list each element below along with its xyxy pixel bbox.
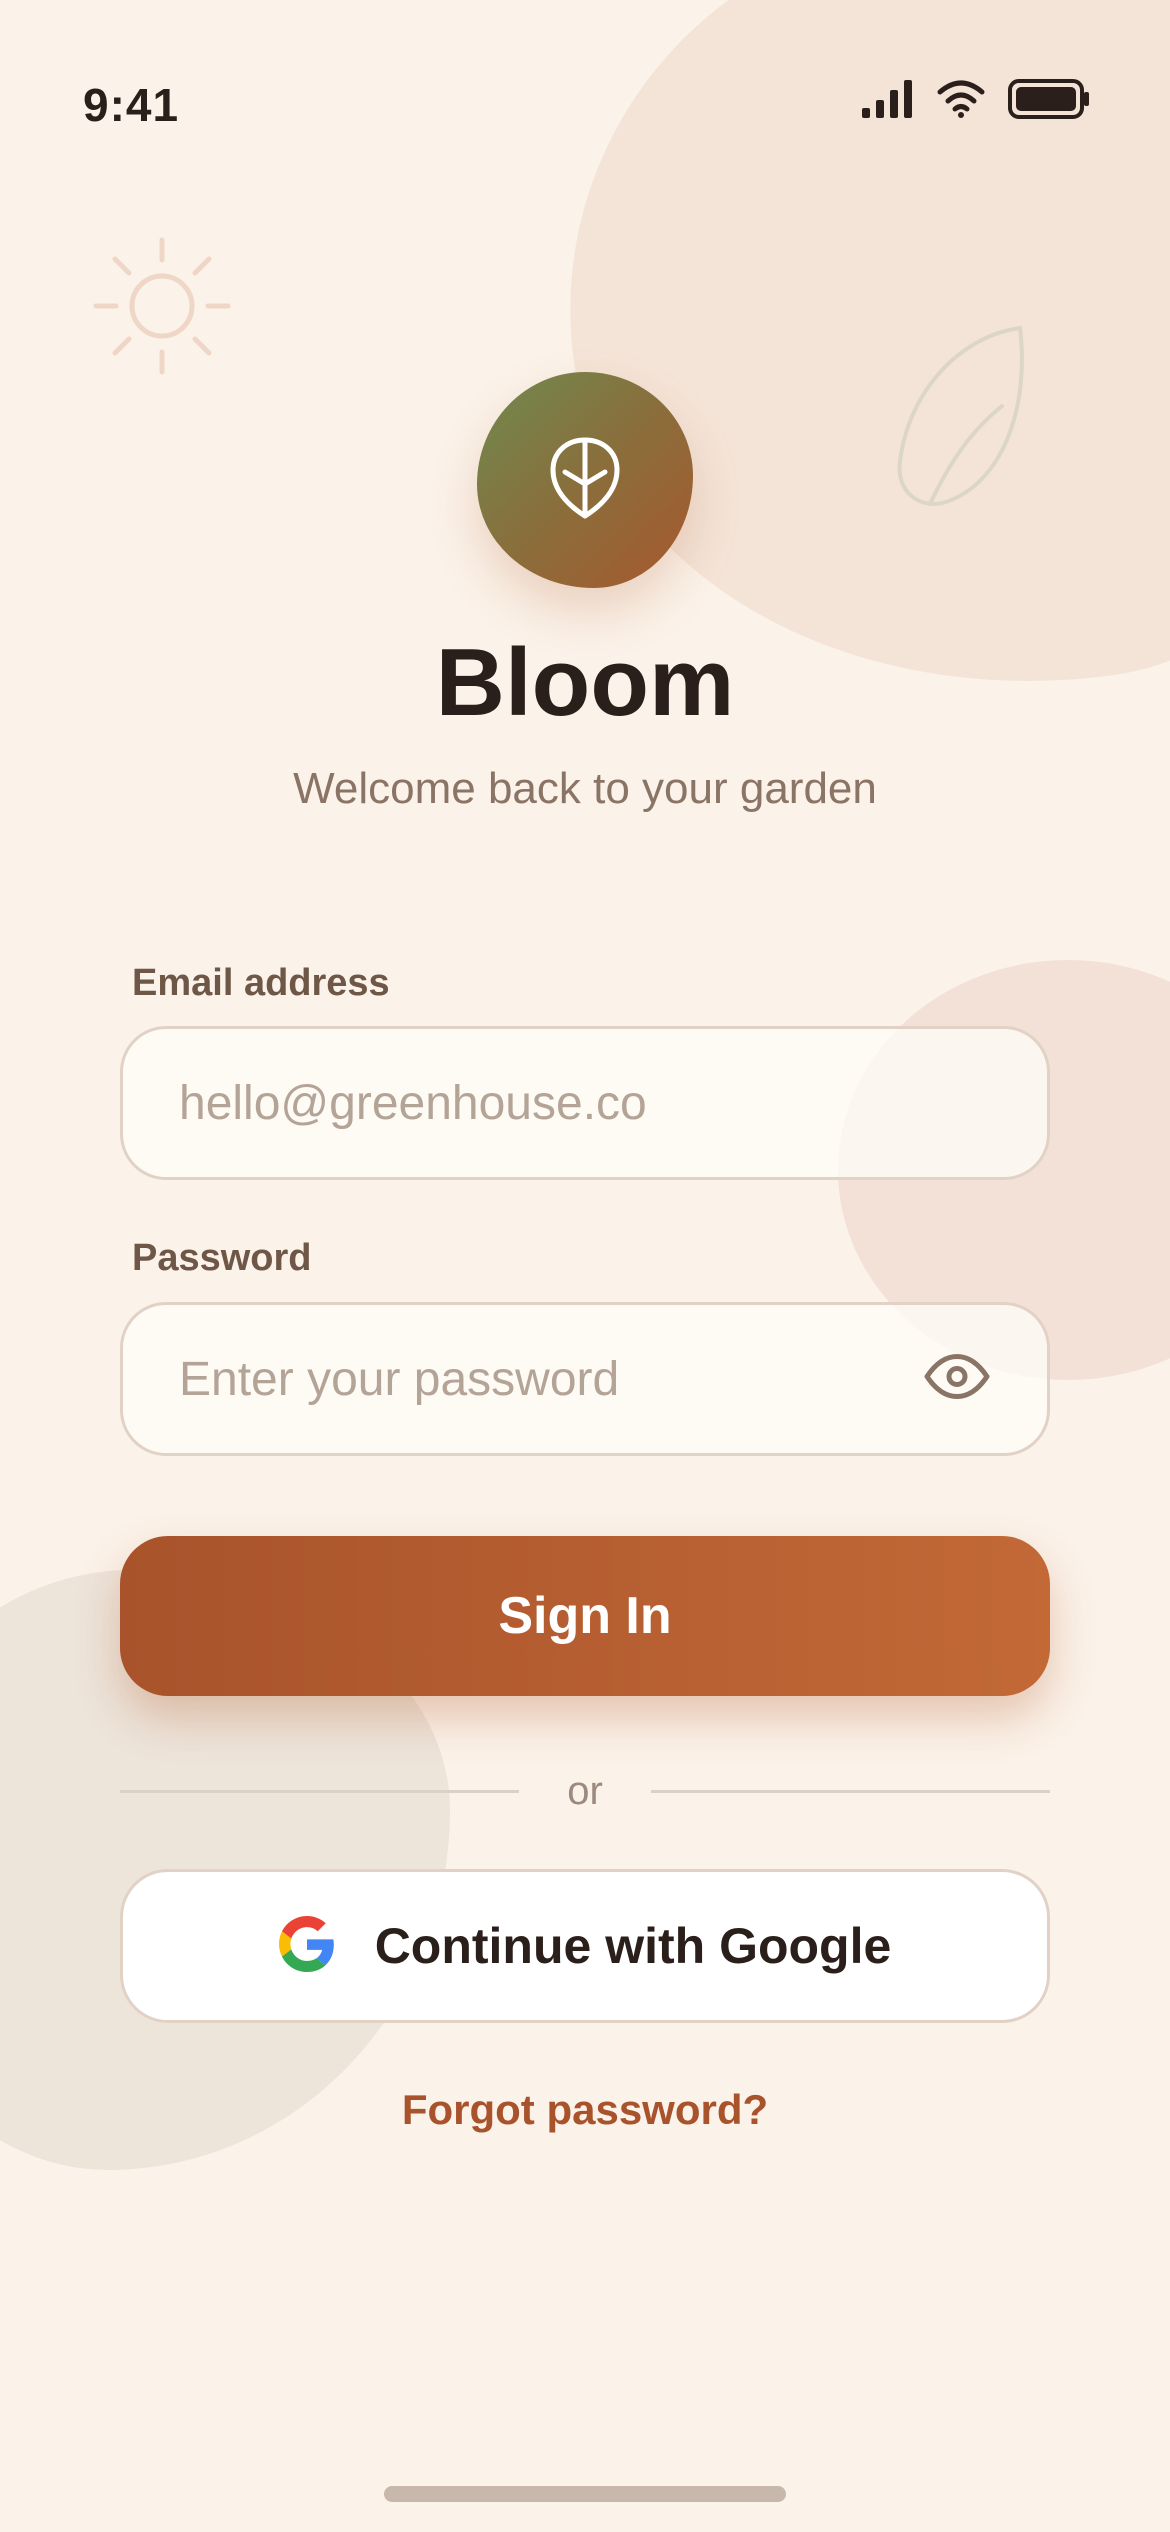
sun-icon [92,236,232,381]
home-indicator[interactable] [384,2486,786,2502]
email-label: Email address [132,962,390,1004]
app-logo [477,372,693,588]
eye-icon[interactable] [923,1354,991,1405]
divider-text: or [567,1768,603,1813]
google-button-label: Continue with Google [374,1918,892,1974]
status-time: 9:41 [83,79,180,131]
email-input[interactable] [179,1075,991,1131]
status-icons [862,78,1090,124]
or-divider: or [120,1766,1051,1816]
tagline: Welcome back to your garden [293,764,877,813]
signal-icon [862,79,914,123]
battery-icon [1008,78,1090,124]
leaf-icon [549,436,621,525]
sign-in-button[interactable]: Sign In [120,1536,1050,1696]
forgot-password-link[interactable]: Forgot password? [0,2086,1170,2134]
password-field[interactable] [120,1302,1050,1456]
google-logo-icon [278,1915,335,1977]
leaf-outline-icon [890,322,1030,517]
wifi-icon [936,80,986,123]
google-sign-in-button[interactable]: Continue with Google [120,1869,1050,2023]
password-input[interactable] [179,1351,991,1407]
login-screen: 9:41 Bloom Welcome back to your garden E… [0,0,1170,2532]
password-label: Password [132,1237,312,1279]
email-field[interactable] [120,1026,1050,1180]
divider-line-right [650,1789,1051,1793]
divider-line-left [120,1789,520,1793]
app-name: Bloom [435,629,735,736]
